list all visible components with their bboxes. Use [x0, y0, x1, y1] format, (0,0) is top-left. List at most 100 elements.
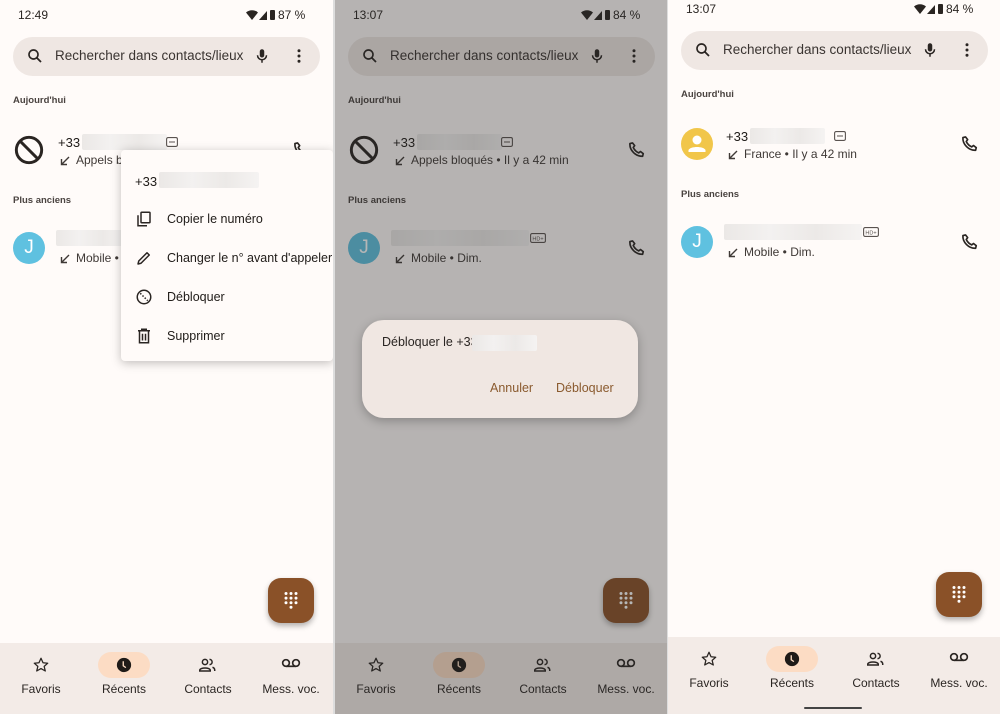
- nav-tab-récents[interactable]: Récents: [82, 656, 166, 696]
- battery-level: 84 %: [946, 2, 974, 16]
- incoming-call-icon: [727, 247, 739, 259]
- unblock-confirm-button[interactable]: Débloquer: [556, 381, 614, 395]
- nav-tab-label: Contacts: [184, 682, 232, 696]
- dialog-title: Débloquer le +33: [382, 335, 478, 349]
- caller-number: +33: [726, 129, 749, 144]
- search-placeholder: Rechercher dans contacts/lieux: [723, 42, 912, 57]
- dialpad-button[interactable]: [268, 578, 314, 623]
- dialpad-icon: [952, 585, 966, 603]
- call-detail: Mobile •: [76, 251, 119, 265]
- block-icon: [13, 134, 45, 166]
- redacted-number: [472, 335, 537, 351]
- nav-tab-contacts[interactable]: Contacts: [834, 650, 918, 690]
- redacted-number: [750, 128, 825, 144]
- search-icon: [694, 41, 712, 59]
- menu-item-copy[interactable]: Copier le numéro: [121, 202, 333, 236]
- nav-tab-label: Récents: [769, 676, 815, 690]
- menu-item-label: Copier le numéro: [167, 212, 263, 226]
- incoming-call-icon: [59, 253, 71, 265]
- status-icons: [246, 9, 276, 21]
- section-header-older: Plus anciens: [681, 189, 740, 200]
- nav-tab-favoris[interactable]: Favoris: [0, 656, 83, 696]
- call-log-row[interactable]: +33 France • Il y a 42 min: [668, 116, 1000, 172]
- contact-avatar: J: [13, 232, 45, 264]
- nav-tab-label: Récents: [101, 682, 147, 696]
- status-time: 12:49: [18, 8, 49, 22]
- status-time: 13:07: [686, 2, 717, 16]
- bottom-navigation: Favoris Récents Contacts Mess. voc.: [0, 643, 333, 714]
- home-indicator: [804, 707, 862, 709]
- bottom-navigation: Favoris Récents Contacts Mess. voc.: [668, 637, 1000, 714]
- more-options-icon[interactable]: [958, 41, 976, 59]
- hd-call-icon: [166, 137, 178, 147]
- battery-level: 87 %: [278, 8, 306, 22]
- nav-tab-label: Favoris: [21, 682, 61, 696]
- svg-text:HD+: HD+: [865, 230, 876, 236]
- nav-tab-récents[interactable]: Récents: [750, 650, 834, 690]
- cancel-button[interactable]: Annuler: [490, 381, 533, 395]
- menu-item-label: Débloquer: [167, 290, 225, 304]
- nav-tab-contacts[interactable]: Contacts: [166, 656, 250, 696]
- copy-icon: [135, 210, 153, 228]
- clock-icon: [82, 656, 166, 674]
- dialpad-icon: [284, 591, 298, 609]
- search-icon: [26, 47, 44, 65]
- call-button-icon[interactable]: [960, 232, 980, 252]
- unblock-icon: [135, 288, 153, 306]
- pencil-icon: [135, 249, 153, 267]
- voicemail-icon: [917, 650, 1000, 668]
- phone-screen-3: 13:07 84 % Rechercher dans contacts/lieux A…: [668, 0, 1000, 714]
- section-header-today: Aujourd'hui: [13, 95, 66, 106]
- call-button-icon[interactable]: [960, 134, 980, 154]
- nav-tab-label: Contacts: [852, 676, 900, 690]
- section-header-older: Plus anciens: [13, 195, 72, 206]
- status-icons: [914, 3, 944, 15]
- search-bar[interactable]: Rechercher dans contacts/lieux: [13, 37, 320, 76]
- hd-plus-icon: HD+: [863, 227, 879, 237]
- star-icon: [0, 656, 83, 674]
- incoming-call-icon: [727, 149, 739, 161]
- phone-screen-1: 12:49 87 % Rechercher dans contacts/lieux A…: [0, 0, 333, 714]
- call-detail: France • Il y a 42 min: [744, 147, 857, 161]
- nav-tab-mess-voc-[interactable]: Mess. voc.: [917, 650, 1000, 690]
- call-detail: Appels b: [76, 153, 123, 167]
- person-avatar-icon: [681, 128, 713, 160]
- hd-call-icon: [834, 131, 846, 141]
- redacted-number: [159, 172, 259, 188]
- more-options-icon[interactable]: [290, 47, 308, 65]
- nav-tab-mess-voc-[interactable]: Mess. voc.: [249, 656, 333, 696]
- menu-item-trash[interactable]: Supprimer: [121, 319, 333, 353]
- voicemail-icon: [249, 656, 333, 674]
- nav-tab-favoris[interactable]: Favoris: [668, 650, 751, 690]
- call-detail: Mobile • Dim.: [744, 245, 815, 259]
- search-bar[interactable]: Rechercher dans contacts/lieux: [681, 31, 988, 70]
- redacted-name: [724, 224, 862, 240]
- microphone-icon[interactable]: [921, 41, 939, 59]
- nav-tab-label: Mess. voc.: [930, 676, 988, 690]
- nav-tab-label: Favoris: [689, 676, 729, 690]
- call-log-row[interactable]: J HD+ Mobile • Dim.: [668, 216, 1000, 272]
- unblock-dialog: Débloquer le +33 Annuler Débloquer: [362, 320, 638, 418]
- star-icon: [668, 650, 751, 668]
- people-icon: [834, 650, 918, 668]
- trash-icon: [135, 327, 153, 345]
- redacted-number: [82, 134, 167, 150]
- phone-screen-2: 13:07 84 % Rechercher dans contacts/lieux A…: [335, 0, 667, 714]
- redacted-name: [56, 230, 126, 246]
- clock-icon: [750, 650, 834, 668]
- menu-number: +33: [135, 174, 158, 189]
- menu-item-pencil[interactable]: Changer le n° avant d'appeler: [121, 241, 333, 275]
- search-placeholder: Rechercher dans contacts/lieux: [55, 48, 244, 63]
- menu-item-label: Supprimer: [167, 329, 225, 343]
- menu-item-label: Changer le n° avant d'appeler: [167, 251, 333, 265]
- caller-number: +33: [58, 135, 81, 150]
- section-header-today: Aujourd'hui: [681, 89, 734, 100]
- people-icon: [166, 656, 250, 674]
- dialpad-button[interactable]: [936, 572, 982, 617]
- context-menu: +33 Copier le numéro Changer le n° avant d…: [121, 150, 333, 361]
- microphone-icon[interactable]: [253, 47, 271, 65]
- menu-item-unblock[interactable]: Débloquer: [121, 280, 333, 314]
- incoming-call-icon: [59, 155, 71, 167]
- contact-avatar: J: [681, 226, 713, 258]
- nav-tab-label: Mess. voc.: [262, 682, 320, 696]
